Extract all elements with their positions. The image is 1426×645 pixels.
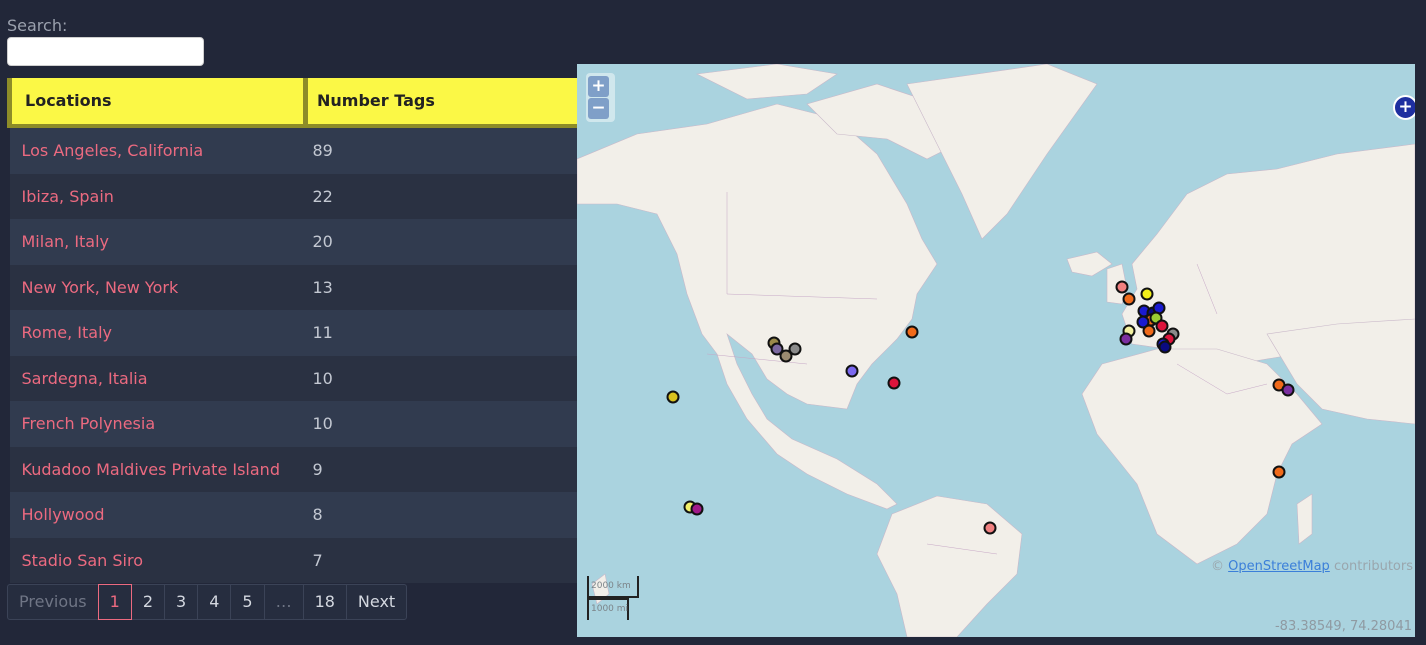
- page-button-18[interactable]: 18: [302, 584, 347, 620]
- location-markers: [666, 280, 1295, 535]
- page-button-4[interactable]: 4: [197, 584, 232, 620]
- table-row: Stadio San Siro 7: [9, 537, 577, 583]
- tag-count-cell: 89: [305, 126, 577, 174]
- map-marker: [1140, 287, 1154, 301]
- tag-count-cell: 13: [305, 264, 577, 310]
- layer-switcher-icon[interactable]: +: [1393, 95, 1415, 120]
- openstreetmap-link[interactable]: OpenStreetMap: [1228, 559, 1330, 574]
- tag-count-cell: 10: [305, 355, 577, 401]
- map-attribution: © OpenStreetMap contributors: [1211, 559, 1413, 574]
- map-marker: [1119, 332, 1133, 346]
- page-button-1[interactable]: 1: [97, 584, 132, 620]
- map-marker: [666, 390, 680, 404]
- previous-button[interactable]: Previous: [7, 584, 99, 620]
- zoom-in-button[interactable]: +: [588, 76, 609, 97]
- location-cell: Stadio San Siro: [9, 537, 306, 583]
- location-cell: Sardegna, Italia: [9, 355, 306, 401]
- map-marker: [1155, 319, 1169, 333]
- location-cell: Los Angeles, California: [9, 126, 306, 174]
- table-row: New York, New York 13: [9, 264, 577, 310]
- tag-count-cell: 9: [305, 446, 577, 492]
- map-marker: [690, 502, 704, 516]
- location-cell: Milan, Italy: [9, 219, 306, 265]
- table-row: Sardegna, Italia 10: [9, 355, 577, 401]
- map-marker: [788, 342, 802, 356]
- map-marker: [1158, 340, 1172, 354]
- map-marker: [887, 376, 901, 390]
- next-button[interactable]: Next: [345, 584, 408, 620]
- scale-label-mi: 1000 mi: [591, 604, 629, 614]
- zoom-control: + −: [586, 73, 615, 122]
- map-marker: [1272, 465, 1286, 479]
- page-button-3[interactable]: 3: [164, 584, 199, 620]
- map-marker: [1115, 280, 1129, 294]
- column-header-number-tags[interactable]: Number Tags: [303, 78, 577, 128]
- table-row: French Polynesia 10: [9, 401, 577, 447]
- zoom-out-button[interactable]: −: [588, 98, 609, 119]
- map-marker: [905, 325, 919, 339]
- tag-count-cell: 10: [305, 401, 577, 447]
- scale-label-km: 2000 km: [591, 581, 631, 591]
- world-map[interactable]: + − + © OpenStreetMap contributors 2000 …: [577, 64, 1415, 637]
- location-cell: Rome, Italy: [9, 310, 306, 356]
- attribution-suffix: contributors: [1329, 559, 1413, 574]
- map-marker: [845, 364, 859, 378]
- attribution-prefix: ©: [1211, 559, 1229, 574]
- map-marker: [1122, 292, 1136, 306]
- location-cell: Ibiza, Spain: [9, 173, 306, 219]
- location-cell: Hollywood: [9, 492, 306, 538]
- location-cell: New York, New York: [9, 264, 306, 310]
- pagination: Previous 1 2 3 4 5 … 18 Next: [7, 584, 408, 620]
- map-marker: [1142, 324, 1156, 338]
- search-input[interactable]: [7, 37, 204, 66]
- locations-table: Locations Number Tags Los Angeles, Calif…: [7, 78, 577, 583]
- tag-count-cell: 7: [305, 537, 577, 583]
- table-row: Milan, Italy 20: [9, 219, 577, 265]
- page-ellipsis: …: [263, 584, 304, 620]
- search-label: Search:: [7, 16, 68, 35]
- tag-count-cell: 11: [305, 310, 577, 356]
- page-button-5[interactable]: 5: [230, 584, 265, 620]
- tag-count-cell: 22: [305, 173, 577, 219]
- page-button-2[interactable]: 2: [130, 584, 165, 620]
- location-cell: French Polynesia: [9, 401, 306, 447]
- mouse-coordinates: -83.38549, 74.28041: [1274, 619, 1412, 634]
- table-row: Rome, Italy 11: [9, 310, 577, 356]
- map-marker: [983, 521, 997, 535]
- location-cell: Kudadoo Maldives Private Island: [9, 446, 306, 492]
- tag-count-cell: 8: [305, 492, 577, 538]
- table-row: Kudadoo Maldives Private Island 9: [9, 446, 577, 492]
- table-row: Los Angeles, California 89: [9, 126, 577, 174]
- table-row: Hollywood 8: [9, 492, 577, 538]
- table-row: Ibiza, Spain 22: [9, 173, 577, 219]
- map-marker: [1281, 383, 1295, 397]
- tag-count-cell: 20: [305, 219, 577, 265]
- scale-bar: 2000 km 1000 mi: [587, 576, 639, 620]
- column-header-locations[interactable]: Locations: [7, 78, 306, 128]
